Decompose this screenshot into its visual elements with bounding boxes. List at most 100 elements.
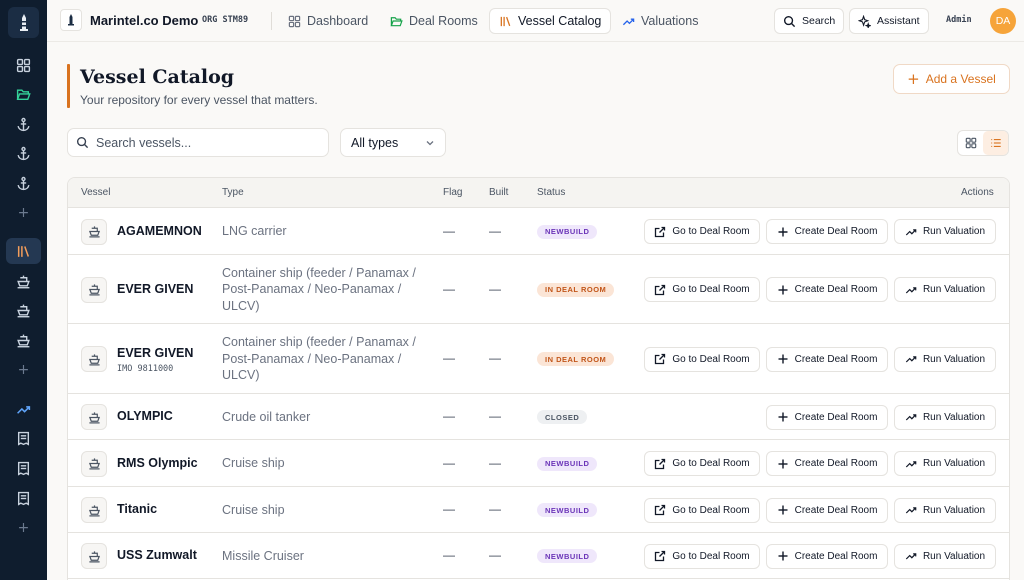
sidebar-item-ship[interactable] — [6, 297, 41, 323]
vessel-flag: — — [443, 281, 455, 296]
go-to-deal-room-button[interactable]: Go to Deal Room — [644, 277, 760, 302]
sidebar-item-folder-open[interactable] — [6, 81, 41, 107]
vessel-name[interactable]: EVER GIVEN — [117, 282, 193, 296]
vessel-flag: — — [443, 548, 455, 562]
anchor-icon — [16, 117, 31, 132]
type-filter-select[interactable]: All types — [340, 128, 446, 157]
create-deal-room-button[interactable]: Create Deal Room — [766, 346, 888, 372]
sidebar-item-ship[interactable] — [6, 268, 41, 294]
org-name[interactable]: Marintel.co Demo — [90, 13, 198, 28]
column-header[interactable]: Built — [489, 187, 508, 198]
search-vessels-field[interactable] — [67, 128, 329, 157]
org-logo-icon[interactable] — [60, 9, 82, 31]
go-to-deal-room-button[interactable]: Go to Deal Room — [644, 543, 760, 569]
run-valuation-button[interactable]: Run Valuation — [894, 497, 996, 523]
run-valuation-button[interactable]: Run Valuation — [894, 404, 996, 430]
list-icon — [990, 139, 1001, 147]
vessel-name[interactable]: OLYMPIC — [117, 409, 173, 423]
run-valuation-button[interactable]: Run Valuation — [894, 219, 996, 244]
vessel-built: — — [489, 455, 501, 470]
view-toggle — [957, 130, 1009, 156]
status-badge: NEWBUILD — [537, 503, 598, 517]
sidebar-item-plus[interactable]: + — [6, 357, 41, 383]
search-icon — [783, 15, 796, 27]
table-row[interactable]: AGAMEMNON LNG carrier — — NEWBUILD Go to Deal… — [68, 208, 1009, 255]
go-to-deal-room-button[interactable]: Go to Deal Room — [644, 497, 760, 523]
create-deal-room-button[interactable]: Create Deal Room — [766, 451, 888, 476]
table-row[interactable]: EVER GIVEN Container ship (feeder / Panam… — [68, 255, 1009, 324]
column-header[interactable]: Vessel — [81, 187, 110, 198]
ship-icon — [81, 346, 107, 372]
plus-icon — [778, 459, 788, 468]
create-deal-room-button[interactable]: Create Deal Room — [766, 543, 888, 569]
sidebar-item-trending-up[interactable] — [6, 396, 41, 422]
trending-up-icon — [905, 228, 917, 235]
table-row[interactable]: USS Zumwalt Missile Cruiser — — NEWBUILD Go t… — [68, 533, 1009, 579]
vessel-flag: — — [443, 502, 455, 516]
column-header[interactable]: Status — [537, 187, 565, 198]
search-vessels-input[interactable] — [96, 135, 311, 150]
vessel-built: — — [489, 502, 501, 516]
lighthouse-logo-icon[interactable] — [8, 7, 39, 38]
button-label: Run Valuation — [922, 284, 986, 295]
sidebar-item-receipt[interactable] — [6, 485, 41, 511]
sidebar-item-ship[interactable] — [6, 327, 41, 353]
sidebar-item-receipt[interactable] — [6, 425, 41, 451]
library-icon — [16, 244, 31, 259]
ship-icon — [16, 333, 31, 348]
vessel-name[interactable]: AGAMEMNON — [117, 224, 202, 238]
sidebar-item-anchor[interactable] — [6, 111, 41, 137]
avatar[interactable]: DA — [990, 8, 1016, 34]
create-deal-room-button[interactable]: Create Deal Room — [766, 497, 888, 523]
vessel-name[interactable]: USS Zumwalt — [117, 548, 197, 562]
sidebar-item-library[interactable] — [6, 238, 41, 264]
go-to-deal-room-button[interactable]: Go to Deal Room — [644, 219, 760, 244]
vessel-table: Vessel Type Flag Built Status Actions AG… — [67, 177, 1010, 580]
create-deal-room-button[interactable]: Create Deal Room — [766, 219, 888, 244]
create-deal-room-button[interactable]: Create Deal Room — [766, 277, 888, 302]
receipt-icon — [16, 431, 31, 446]
sidebar-item-anchor[interactable] — [6, 140, 41, 166]
run-valuation-button[interactable]: Run Valuation — [894, 543, 996, 569]
tab-vessel-catalog[interactable]: Vessel Catalog — [489, 8, 612, 34]
vessel-name[interactable]: RMS Olympic — [117, 456, 198, 470]
sidebar-item-plus[interactable]: + — [6, 200, 41, 226]
grid-icon — [288, 15, 301, 27]
sidebar-item-plus[interactable]: + — [6, 515, 41, 541]
tab-deal-rooms[interactable]: Deal Rooms — [381, 8, 487, 34]
create-deal-room-button[interactable]: Create Deal Room — [766, 404, 888, 430]
sidebar-item-anchor[interactable] — [6, 170, 41, 196]
column-header[interactable]: Type — [222, 187, 244, 198]
assistant-button[interactable]: Assistant — [849, 8, 929, 34]
vessel-name[interactable]: EVER GIVEN — [117, 346, 193, 360]
column-header: Actions — [961, 187, 994, 198]
sidebar-item-receipt[interactable] — [6, 455, 41, 481]
run-valuation-button[interactable]: Run Valuation — [894, 277, 996, 302]
button-label: Go to Deal Room — [672, 550, 750, 562]
vessel-built: — — [489, 409, 501, 423]
trending-up-icon — [905, 286, 917, 293]
vessel-type: Cruise ship — [222, 456, 285, 471]
button-label: Go to Deal Room — [672, 504, 750, 516]
add-vessel-button[interactable]: + Add a Vessel — [893, 64, 1010, 94]
table-row[interactable]: Titanic Cruise ship — — NEWBUILD Go to Deal R… — [68, 487, 1009, 533]
table-row[interactable]: RMS Olympic Cruise ship — — NEWBUILD Go to De… — [68, 440, 1009, 487]
sidebar-item-grid[interactable] — [6, 52, 41, 78]
run-valuation-button[interactable]: Run Valuation — [894, 451, 996, 476]
list-view-button[interactable] — [983, 131, 1008, 155]
search-button[interactable]: Search — [774, 8, 845, 34]
vessel-name[interactable]: Titanic — [117, 502, 157, 516]
table-row[interactable]: EVER GIVEN IMO 9811000 Container ship (fee… — [68, 324, 1009, 394]
folder-open-icon — [16, 87, 31, 102]
go-to-deal-room-button[interactable]: Go to Deal Room — [644, 451, 760, 476]
search-label: Search — [802, 15, 836, 27]
column-header[interactable]: Flag — [443, 187, 462, 198]
grid-view-button[interactable] — [958, 131, 983, 155]
plus-icon — [778, 412, 788, 422]
tab-valuations[interactable]: Valuations — [613, 8, 707, 34]
run-valuation-button[interactable]: Run Valuation — [894, 346, 996, 372]
go-to-deal-room-button[interactable]: Go to Deal Room — [644, 346, 760, 372]
table-row[interactable]: OLYMPIC Crude oil tanker — — CLOSED Create De… — [68, 394, 1009, 440]
plus-icon — [778, 354, 788, 364]
tab-dashboard[interactable]: Dashboard — [279, 8, 377, 34]
